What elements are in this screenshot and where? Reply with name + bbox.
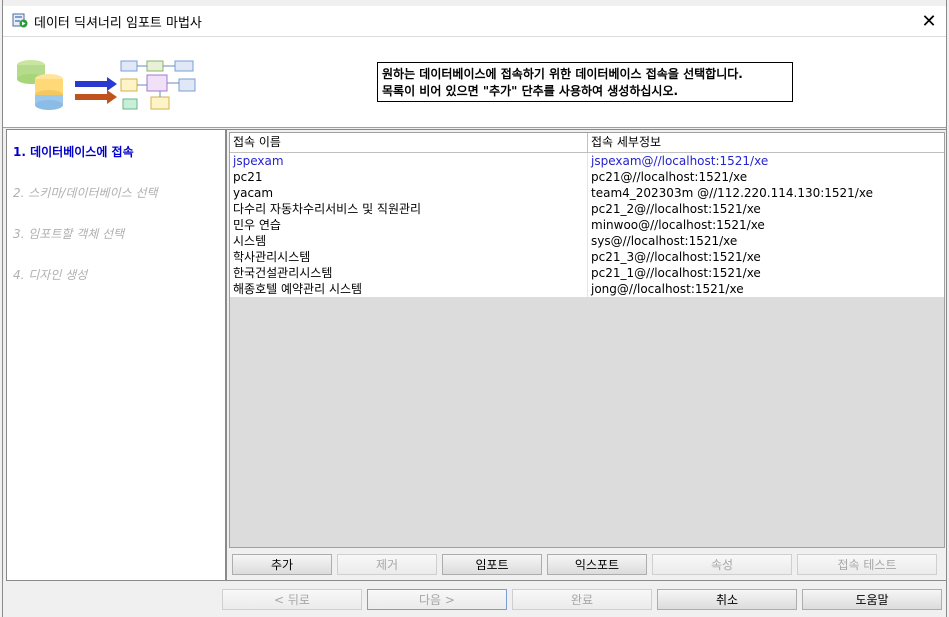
connection-details-cell: jspexam@//localhost:1521/xe [591,154,769,168]
connection-details-cell: jong@//localhost:1521/xe [591,282,744,296]
cancel-button[interactable]: 취소 [657,589,797,610]
table-row[interactable]: 민우 연습 minwoo@//localhost:1521/xe [230,217,944,233]
connection-name-cell: 한국건설관리시스템 [230,265,588,281]
remove-button[interactable]: 제거 [337,554,437,575]
table-row[interactable]: 한국건설관리시스템 pc21_1@//localhost:1521/xe [230,265,944,281]
title-bar: 데이터 딕셔너리 임포트 마법사 ✕ [3,6,946,36]
connection-details-cell: pc21_2@//localhost:1521/xe [591,202,761,216]
table-row[interactable]: 시스템 sys@//localhost:1521/xe [230,233,944,249]
close-icon: ✕ [921,10,937,32]
connection-panel: 접속 이름 접속 세부정보 jspexam jspexam@//localhos… [226,129,947,581]
connection-name-cell: yacam [230,185,588,201]
column-header-name[interactable]: 접속 이름 [230,133,588,152]
connection-details-cell: team4_202303m @//112.220.114.130:1521/xe [591,186,873,200]
connection-name-cell: 민우 연습 [230,217,588,233]
connection-name-cell: 다수리 자동차수리서비스 및 직원관리 [230,201,588,217]
wizard-steps: 1. 데이터베이스에 접속 2. 스키마/데이터베이스 선택 3. 임포트할 객… [6,129,226,581]
table-row[interactable]: 해종호텔 예약관리 시스템 jong@//localhost:1521/xe [230,281,944,297]
step-select-objects: 3. 임포트할 객체 선택 [13,227,125,241]
help-button[interactable]: 도움말 [802,589,942,610]
add-button[interactable]: 추가 [232,554,332,575]
connection-details-cell: minwoo@//localhost:1521/xe [591,218,765,232]
connection-name-cell: pc21 [230,169,588,185]
export-button[interactable]: 익스포트 [547,554,647,575]
instruction-banner: 원하는 데이터베이스에 접속하기 위한 데이터베이스 접속을 선택합니다. 목록… [377,62,793,102]
connection-name-cell: 시스템 [230,233,588,249]
connection-details-cell: pc21_3@//localhost:1521/xe [591,250,761,264]
step-generate-design: 4. 디자인 생성 [13,268,88,282]
table-row[interactable]: 학사관리시스템 pc21_3@//localhost:1521/xe [230,249,944,265]
connection-name-cell: jspexam [230,153,588,169]
table-row[interactable]: jspexam jspexam@//localhost:1521/xe [230,153,944,169]
wizard-app-icon [12,13,28,28]
database-diagram-icon [17,60,196,110]
instruction-line-2: 목록이 비어 있으면 "추가" 단추를 사용하여 생성하십시오. [382,84,679,98]
close-button[interactable]: ✕ [912,6,946,36]
step-select-schema: 2. 스키마/데이터베이스 선택 [13,186,158,200]
next-button[interactable]: 다음 > [367,589,507,610]
table-row[interactable]: 다수리 자동차수리서비스 및 직원관리 pc21_2@//localhost:1… [230,201,944,217]
connection-details-cell: sys@//localhost:1521/xe [591,234,738,248]
finish-button[interactable]: 완료 [512,589,652,610]
import-button[interactable]: 임포트 [442,554,542,575]
grid-header: 접속 이름 접속 세부정보 [230,133,944,153]
connection-grid: 접속 이름 접속 세부정보 jspexam jspexam@//localhos… [229,132,945,548]
window-title: 데이터 딕셔너리 임포트 마법사 [34,16,202,31]
test-connection-button[interactable]: 접속 테스트 [797,554,937,575]
instruction-line-1: 원하는 데이터베이스에 접속하기 위한 데이터베이스 접속을 선택합니다. [382,67,743,81]
column-header-details[interactable]: 접속 세부정보 [588,133,944,152]
properties-button[interactable]: 속성 [652,554,792,575]
connection-details-cell: pc21@//localhost:1521/xe [591,170,748,184]
back-button[interactable]: < 뒤로 [222,589,362,610]
table-row[interactable]: yacam team4_202303m @//112.220.114.130:1… [230,185,944,201]
connection-details-cell: pc21_1@//localhost:1521/xe [591,266,761,280]
connection-name-cell: 학사관리시스템 [230,249,588,265]
table-row[interactable]: pc21 pc21@//localhost:1521/xe [230,169,944,185]
connection-name-cell: 해종호텔 예약관리 시스템 [230,281,588,297]
wizard-window: 데이터 딕셔너리 임포트 마법사 ✕ 원하는 데이터베이스에 접속하기 위한 데… [2,0,947,617]
wizard-header: 원하는 데이터베이스에 접속하기 위한 데이터베이스 접속을 선택합니다. 목록… [3,36,946,128]
step-connect-database: 1. 데이터베이스에 접속 [13,145,134,159]
